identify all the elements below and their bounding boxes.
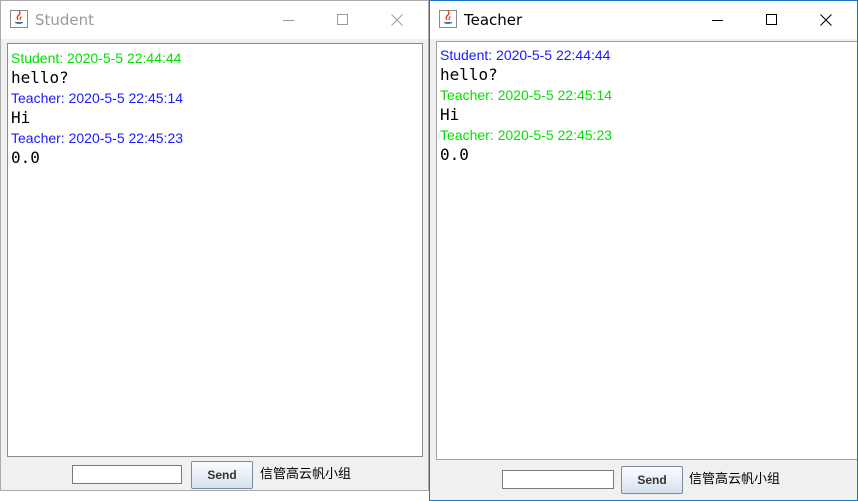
window-title: Student <box>35 11 95 29</box>
chat-history[interactable]: Student: 2020-5-5 22:44:44 hello? Teache… <box>436 41 857 460</box>
input-bar: Send 信管高云帆小组 <box>1 460 428 490</box>
input-bar: Send 信管高云帆小组 <box>430 465 857 497</box>
title-bar[interactable]: Teacher <box>430 1 857 39</box>
teacher-window: Teacher Student: 2020-5-5 22:44:44 hello… <box>429 0 858 501</box>
minimize-button[interactable] <box>695 1 741 39</box>
window-title: Teacher <box>464 11 523 29</box>
message-header: Student: 2020-5-5 22:44:44 <box>11 50 182 66</box>
message-input[interactable] <box>502 470 614 489</box>
student-window: Student Student: 2020-5-5 22:44:44 hello… <box>0 0 429 491</box>
java-icon <box>439 10 457 28</box>
close-button[interactable] <box>803 1 849 39</box>
close-icon <box>820 14 832 26</box>
java-icon <box>10 10 28 28</box>
maximize-icon <box>337 14 348 25</box>
message-header: Teacher: 2020-5-5 22:45:14 <box>11 90 184 106</box>
group-label: 信管高云帆小组 <box>260 467 352 482</box>
close-icon <box>391 14 403 26</box>
maximize-button[interactable] <box>749 1 795 39</box>
message-text: hello? <box>11 68 69 87</box>
minimize-icon <box>283 20 294 21</box>
message-text: 0.0 <box>440 145 469 164</box>
minimize-icon <box>712 20 723 21</box>
send-button[interactable]: Send <box>621 466 683 494</box>
message-header: Student: 2020-5-5 22:44:44 <box>440 47 611 63</box>
chat-history[interactable]: Student: 2020-5-5 22:44:44 hello? Teache… <box>7 43 423 457</box>
message-text: hello? <box>440 65 498 84</box>
message-text: 0.0 <box>11 148 40 167</box>
send-button[interactable]: Send <box>191 461 253 489</box>
maximize-icon <box>766 14 777 25</box>
minimize-button[interactable] <box>266 1 312 39</box>
message-header: Teacher: 2020-5-5 22:45:23 <box>440 127 613 143</box>
message-text: Hi <box>440 105 460 124</box>
message-text: Hi <box>11 108 31 127</box>
maximize-button[interactable] <box>320 1 366 39</box>
title-bar[interactable]: Student <box>1 1 428 39</box>
close-button[interactable] <box>374 1 420 39</box>
message-input[interactable] <box>72 465 182 484</box>
message-header: Teacher: 2020-5-5 22:45:23 <box>11 130 184 146</box>
message-header: Teacher: 2020-5-5 22:45:14 <box>440 87 613 103</box>
group-label: 信管高云帆小组 <box>689 472 781 487</box>
